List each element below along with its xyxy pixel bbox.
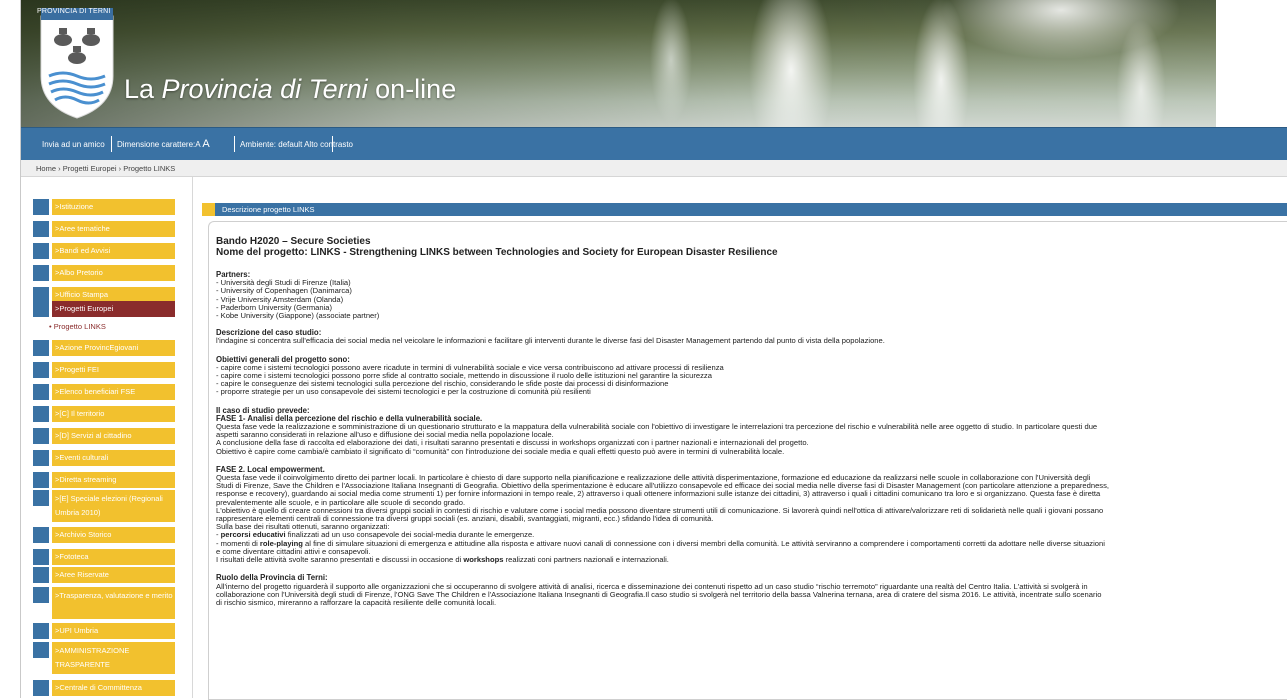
font-size-label: Dimensione carattere:: [117, 140, 196, 149]
sidebar-item-label: >Azione ProvincEgiovani: [52, 340, 175, 356]
partner-item: - Vrije University Amsterdam (Olanda): [216, 294, 344, 304]
sidebar-item-trasparenza[interactable]: >Trasparenza, valutazione e merito: [33, 587, 179, 619]
sidebar-item-eventi-culturali[interactable]: >Eventi culturali: [33, 450, 179, 466]
breadcrumb-progetti-europei[interactable]: Progetti Europei: [63, 164, 117, 173]
sidebar-item-fototeca[interactable]: >Fototeca: [33, 549, 179, 565]
site-header: PROVINCIA DI TERNI La Provincia di Terni…: [21, 0, 1287, 127]
ambient-control: Ambiente: default Alto contrasto: [240, 140, 353, 149]
sidebar-item-label: >Elenco beneficiari FSE: [52, 384, 175, 400]
page: PROVINCIA DI TERNI La Provincia di Terni…: [20, 0, 1287, 700]
sidebar-item-label: >Trasparenza, valutazione e merito: [52, 587, 175, 619]
sidebar-item-label: >Aree Riservate: [52, 567, 175, 583]
waterfall-banner-image: [21, 0, 1287, 127]
case-description-section: Descrizione del caso studio: l'indagine …: [216, 328, 885, 346]
sidebar-item-progetti-europei[interactable]: >Progetti Europei: [33, 301, 179, 317]
sidebar-item-progetti-fei[interactable]: >Progetti FEI: [33, 362, 179, 378]
sidebar-item-upi-umbria[interactable]: >UPI Umbria: [33, 623, 179, 639]
sidebar-item-label: >Eventi culturali: [52, 450, 175, 466]
sidebar-item-label: >Archivio Storico: [52, 527, 175, 543]
breadcrumb-home[interactable]: Home: [36, 164, 56, 173]
sidebar-item-albo-pretorio[interactable]: >Albo Pretorio: [33, 265, 179, 281]
sidebar-item-label: >UPI Umbria: [52, 623, 175, 639]
article-body: Bando H2020 – Secure Societies Nome del …: [216, 236, 1287, 607]
send-to-friend-link[interactable]: Invia ad un amico: [42, 140, 105, 149]
partners-section: Partners: - Università degli Studi di Fi…: [216, 270, 1287, 321]
sidebar-item-label: >[E] Speciale elezioni (Regionali Umbria…: [52, 490, 175, 522]
sidebar-item-aree-riservate[interactable]: >Aree Riservate: [33, 567, 179, 583]
ambient-contrast-link[interactable]: Alto contrasto: [304, 140, 353, 149]
sidebar-item-label: >Aree tematiche: [52, 221, 175, 237]
breadcrumb-current: Progetto LINKS: [123, 164, 176, 173]
sidebar-item-label: >[C] Il territorio: [52, 406, 175, 422]
font-big-button[interactable]: A: [202, 138, 209, 150]
font-small-button[interactable]: A: [195, 140, 200, 149]
sidebar-item-label: >Istituzione: [52, 199, 175, 215]
sidebar-item-amministrazione-trasparente[interactable]: >AMMINISTRAZIONE TRASPARENTE: [33, 642, 179, 674]
article-box: Bando H2020 – Secure Societies Nome del …: [208, 221, 1287, 700]
sidebar-subitem-progetto-links[interactable]: • Progetto LINKS: [49, 322, 106, 331]
sidebar-item-label: >Progetti FEI: [52, 362, 175, 378]
sidebar-item-territorio[interactable]: >[C] Il territorio: [33, 406, 179, 422]
sidebar-item-servizi-cittadino[interactable]: >[D] Servizi al cittadino: [33, 428, 179, 444]
partner-item: - Università degli Studi di Firenze (Ita…: [216, 278, 351, 288]
font-size-control: Dimensione carattere:A A: [117, 138, 210, 150]
sidebar-item-bandi[interactable]: >Bandi ed Avvisi: [33, 243, 179, 259]
content-tab-bar: Descrizione progetto LINKS: [202, 203, 1287, 216]
objectives-section: Obiettivi generali del progetto sono: - …: [216, 355, 1287, 397]
sidebar-nav: >Istituzione >Aree tematiche >Bandi ed A…: [21, 177, 193, 698]
province-crest-logo[interactable]: [33, 6, 121, 122]
sidebar-item-label: >[D] Servizi al cittadino: [52, 428, 175, 444]
sidebar-item-diretta-streaming[interactable]: >Diretta streaming: [33, 472, 179, 488]
partner-item: - University of Copenhagen (Danimarca): [216, 286, 352, 296]
sidebar-item-label: >Fototeca: [52, 549, 175, 565]
partner-item: - Kobe University (Giappone) (associate …: [216, 311, 380, 321]
sidebar-item-label: >Progetti Europei: [52, 301, 175, 317]
site-title: La Provincia di Terni on-line: [124, 74, 457, 104]
sidebar-item-aree-tematiche[interactable]: >Aree tematiche: [33, 221, 179, 237]
sidebar-item-label: >Diretta streaming: [52, 472, 175, 488]
sidebar-item-label: >Centrale di Committenza: [52, 680, 175, 696]
crest-label: PROVINCIA DI TERNI: [37, 8, 111, 15]
sidebar-item-label: >AMMINISTRAZIONE TRASPARENTE: [52, 642, 175, 674]
accessibility-toolbar: Invia ad un amico Dimensione carattere:A…: [21, 127, 1287, 161]
breadcrumb: Home › Progetti Europei › Progetto LINKS: [21, 160, 1287, 177]
article-title-line1: Bando H2020 – Secure Societies: [216, 236, 371, 247]
sidebar-item-archivio-storico[interactable]: >Archivio Storico: [33, 527, 179, 543]
phase2-section: FASE 2. Local empowerment. Questa fase v…: [216, 464, 1109, 565]
phase1-section: Il caso di studio prevede: FASE 1- Anali…: [216, 405, 1098, 456]
sidebar-item-elenco-fse[interactable]: >Elenco beneficiari FSE: [33, 384, 179, 400]
article-title-line2: Nome del progetto: LINKS - Strengthening…: [216, 247, 778, 258]
breadcrumb-trail: Home › Progetti Europei › Progetto LINKS: [36, 164, 176, 173]
sidebar-item-centrale-committenza[interactable]: >Centrale di Committenza: [33, 680, 179, 696]
sidebar-item-label: >Albo Pretorio: [52, 265, 175, 281]
sidebar-item-azione-provincegiovani[interactable]: >Azione ProvincEgiovani: [33, 340, 179, 356]
ambient-label: Ambiente:: [240, 140, 277, 149]
role-section: Ruolo della Provincia di Terni: All'inte…: [216, 573, 1102, 607]
sidebar-item-label: >Bandi ed Avvisi: [52, 243, 175, 259]
sidebar-item-speciale-elezioni[interactable]: >[E] Speciale elezioni (Regionali Umbria…: [33, 490, 179, 522]
tab-title: Descrizione progetto LINKS: [222, 205, 315, 214]
main-content: Descrizione progetto LINKS Bando H2020 –…: [193, 177, 1287, 700]
sidebar-item-istituzione[interactable]: >Istituzione: [33, 199, 179, 215]
objective-item: - proporre strategie per un uso consapev…: [216, 387, 591, 397]
ambient-default-link[interactable]: default: [278, 140, 302, 149]
